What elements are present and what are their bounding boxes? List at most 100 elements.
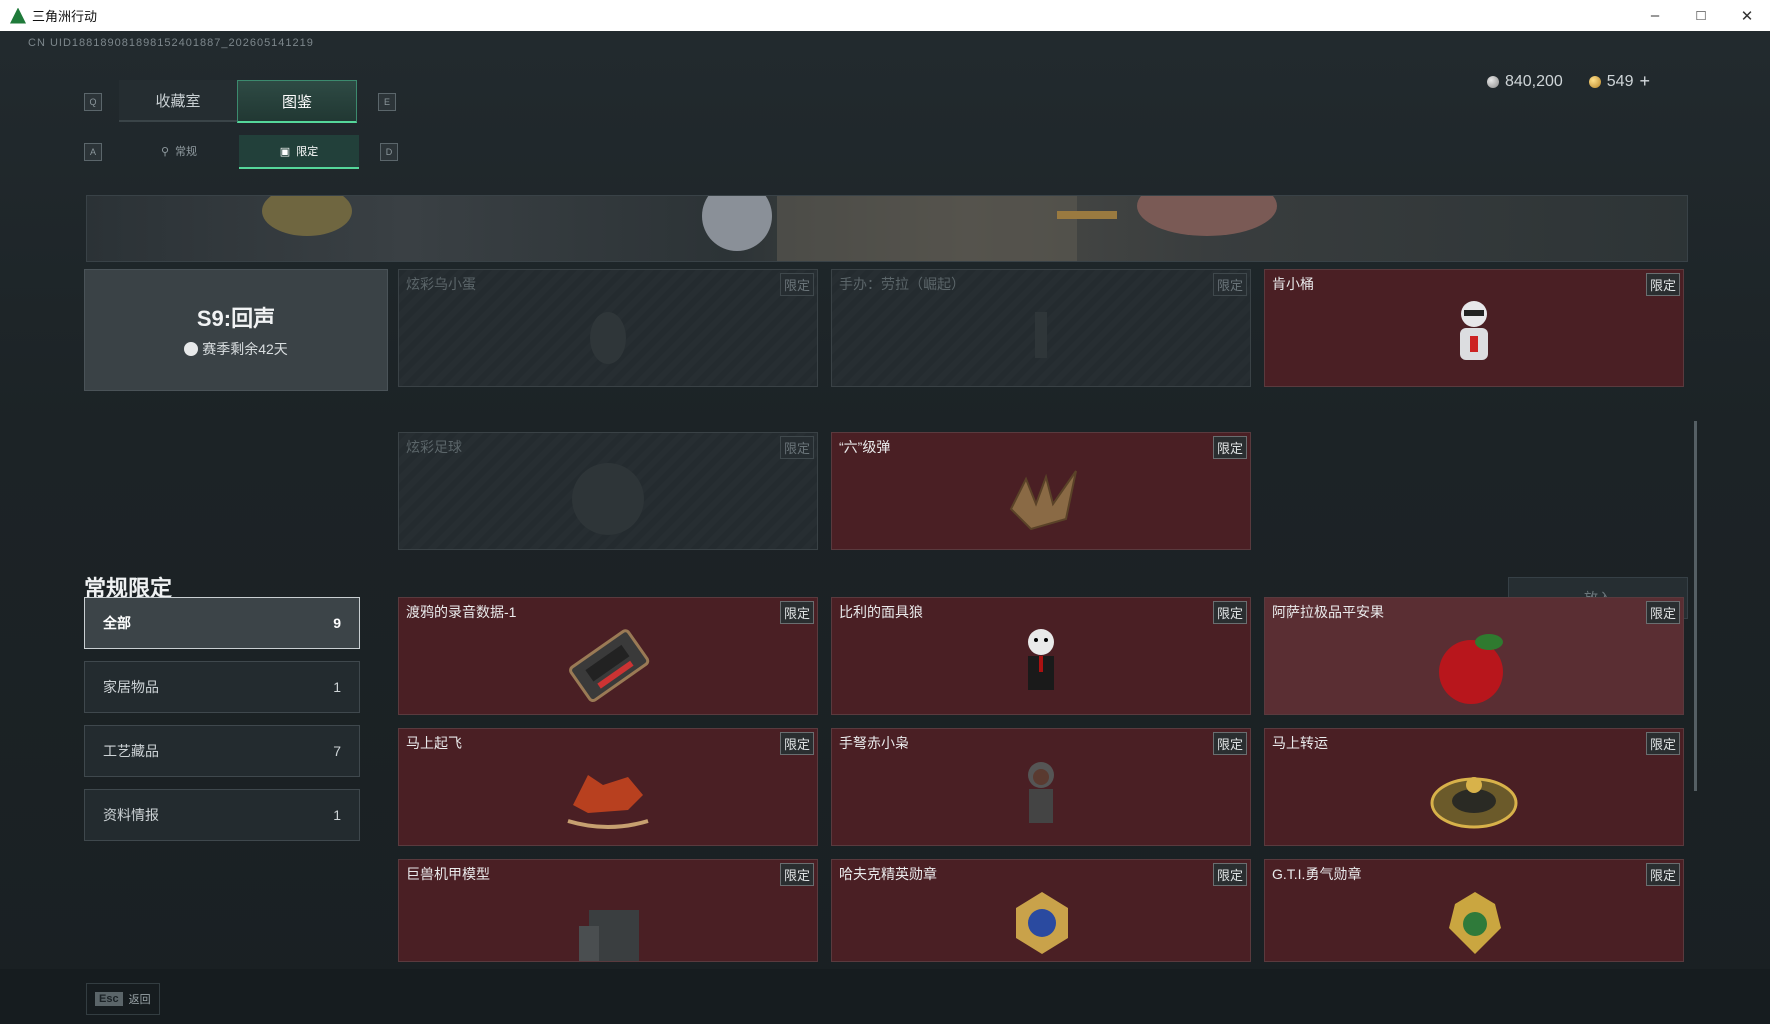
clock-icon [184,342,199,356]
subtab-regular-label: 常规 [175,146,198,158]
limited-tag: 限定 [1212,863,1247,886]
category-count: 7 [333,743,341,759]
item-name: 马上起飞 [406,735,462,751]
minimize-button[interactable]: – [1632,0,1678,31]
category-crafts[interactable]: 工艺藏品 7 [84,725,360,777]
item-name: 比利的面具狼 [839,604,923,620]
limited-tag: 限定 [1645,863,1680,886]
category-all[interactable]: 全部 9 [84,597,360,649]
season-banner-image [86,195,1688,262]
silver-currency: 840,200 [1486,72,1563,91]
item-card[interactable]: 比利的面具狼 限定 [831,597,1251,715]
limited-tag: 限定 [1212,601,1247,624]
category-count: 9 [333,615,341,631]
season-item-card[interactable]: 炫彩乌小蛋 限定 [398,269,818,387]
subtab-limited-label: 限定 [296,146,319,158]
limited-tag: 限定 [1645,732,1680,755]
item-card[interactable]: 马上起飞 限定 [398,728,818,846]
tab-collection-room[interactable]: 收藏室 [119,80,237,122]
limited-tag: 限定 [1645,273,1680,296]
limited-tag: 限定 [779,601,814,624]
item-name: 手办：劳拉（崛起） [839,276,965,292]
limited-tag: 限定 [1212,436,1247,459]
app-icon [10,7,26,24]
season-item-card[interactable]: 肯小桶 限定 [1264,269,1684,387]
item-card[interactable]: 手弩赤小枭 限定 [831,728,1251,846]
category-home[interactable]: 家居物品 1 [84,661,360,713]
subtab-limited[interactable]: ▣ 限定 [239,135,359,169]
limited-tag: 限定 [1212,273,1247,296]
hand-gesture-icon [1009,470,1077,531]
item-name: 阿萨拉极品平安果 [1272,604,1384,620]
bucket-figure-icon [1460,301,1488,360]
limited-tag: 限定 [779,436,814,459]
season-panel: S9:回声 赛季剩余42天 [84,269,388,391]
item-name: 肯小桶 [1272,276,1314,292]
regular-icon: ⚲ [160,145,170,158]
item-name: 哈夫克精英勋章 [839,866,937,882]
season-item-card[interactable]: 手办：劳拉（崛起） 限定 [831,269,1251,387]
item-name: G.T.I.勇气勋章 [1272,866,1362,882]
season-remaining: 赛季剩余42天 [184,339,288,359]
medal-icon [1016,892,1068,954]
silver-amount: 840,200 [1504,72,1563,90]
item-name: 手弩赤小枭 [839,735,909,751]
banner-art [262,196,1277,261]
item-name: 巨兽机甲模型 [406,866,490,882]
item-name: 炫彩乌小蛋 [406,276,476,292]
subtab-regular[interactable]: ⚲ 常规 [119,135,239,167]
season-remaining-text: 赛季剩余42天 [202,341,288,357]
item-card[interactable]: 马上转运 限定 [1264,728,1684,846]
limited-tag: 限定 [779,732,814,755]
category-label: 全部 [103,615,131,631]
item-name: 马上转运 [1272,735,1328,751]
window-title: 三角洲行动 [32,9,98,24]
key-hint-e: E [378,93,396,111]
game-screen: CN UID1881890818981524018​87_20260514121… [0,31,1770,1024]
limited-tag: 限定 [779,863,814,886]
image-icon: ▣ [279,145,291,158]
item-card[interactable]: G.T.I.勇气勋章 限定 [1264,859,1684,962]
key-hint-d: D [380,143,398,161]
esc-key-hint: Esc [95,992,123,1006]
item-card[interactable]: 巨兽机甲模型 限定 [398,859,818,962]
item-card[interactable]: 渡鸦的录音数据-1 限定 [398,597,818,715]
mech-model-icon [579,910,639,961]
back-button[interactable]: Esc 返回 [86,983,160,1015]
gold-amount: 549 [1606,72,1634,90]
close-button[interactable]: ✕ [1724,0,1770,31]
figure-icon [1035,312,1047,358]
season-item-card[interactable]: “六”级弹 限定 [831,432,1251,550]
sub-tabs: ⚲ 常规 ▣ 限定 [119,135,359,169]
puppet-figure-icon [1028,629,1054,690]
item-name: 炫彩足球 [406,439,462,455]
limited-tag: 限定 [1212,732,1247,755]
main-tabs: 收藏室 图鉴 [119,80,357,123]
silver-coin-icon [1486,75,1499,88]
gold-coin-icon [1588,75,1601,88]
back-label: 返回 [128,994,151,1006]
item-card[interactable]: 哈夫克精英勋章 限定 [831,859,1251,962]
season-item-card[interactable]: 炫彩足球 限定 [398,432,818,550]
category-intel[interactable]: 资料情报 1 [84,789,360,841]
apple-icon [1439,634,1503,704]
maximize-button[interactable]: □ [1678,0,1724,31]
scrollbar[interactable] [1694,421,1697,791]
key-hint-a: A [84,143,102,161]
category-label: 家居物品 [103,679,159,695]
category-count: 1 [333,807,341,823]
window-titlebar: 三角洲行动 – □ ✕ [0,0,1770,32]
uid-text: CN UID1881890818981524018​87_20260514121… [28,37,314,49]
rocking-horse-icon [567,775,649,829]
crossbow-figure-icon [1028,762,1054,823]
key-hint-q: Q [84,93,102,111]
category-label: 工艺藏品 [103,743,159,759]
roulette-icon [1430,777,1518,829]
category-count: 1 [333,679,341,695]
item-card[interactable]: 阿萨拉极品平安果 限定 [1264,597,1684,715]
football-icon [572,463,644,535]
tab-catalog[interactable]: 图鉴 [237,80,357,123]
add-currency-button[interactable]: + [1639,71,1650,92]
limited-tag: 限定 [1645,601,1680,624]
limited-tag: 限定 [779,273,814,296]
